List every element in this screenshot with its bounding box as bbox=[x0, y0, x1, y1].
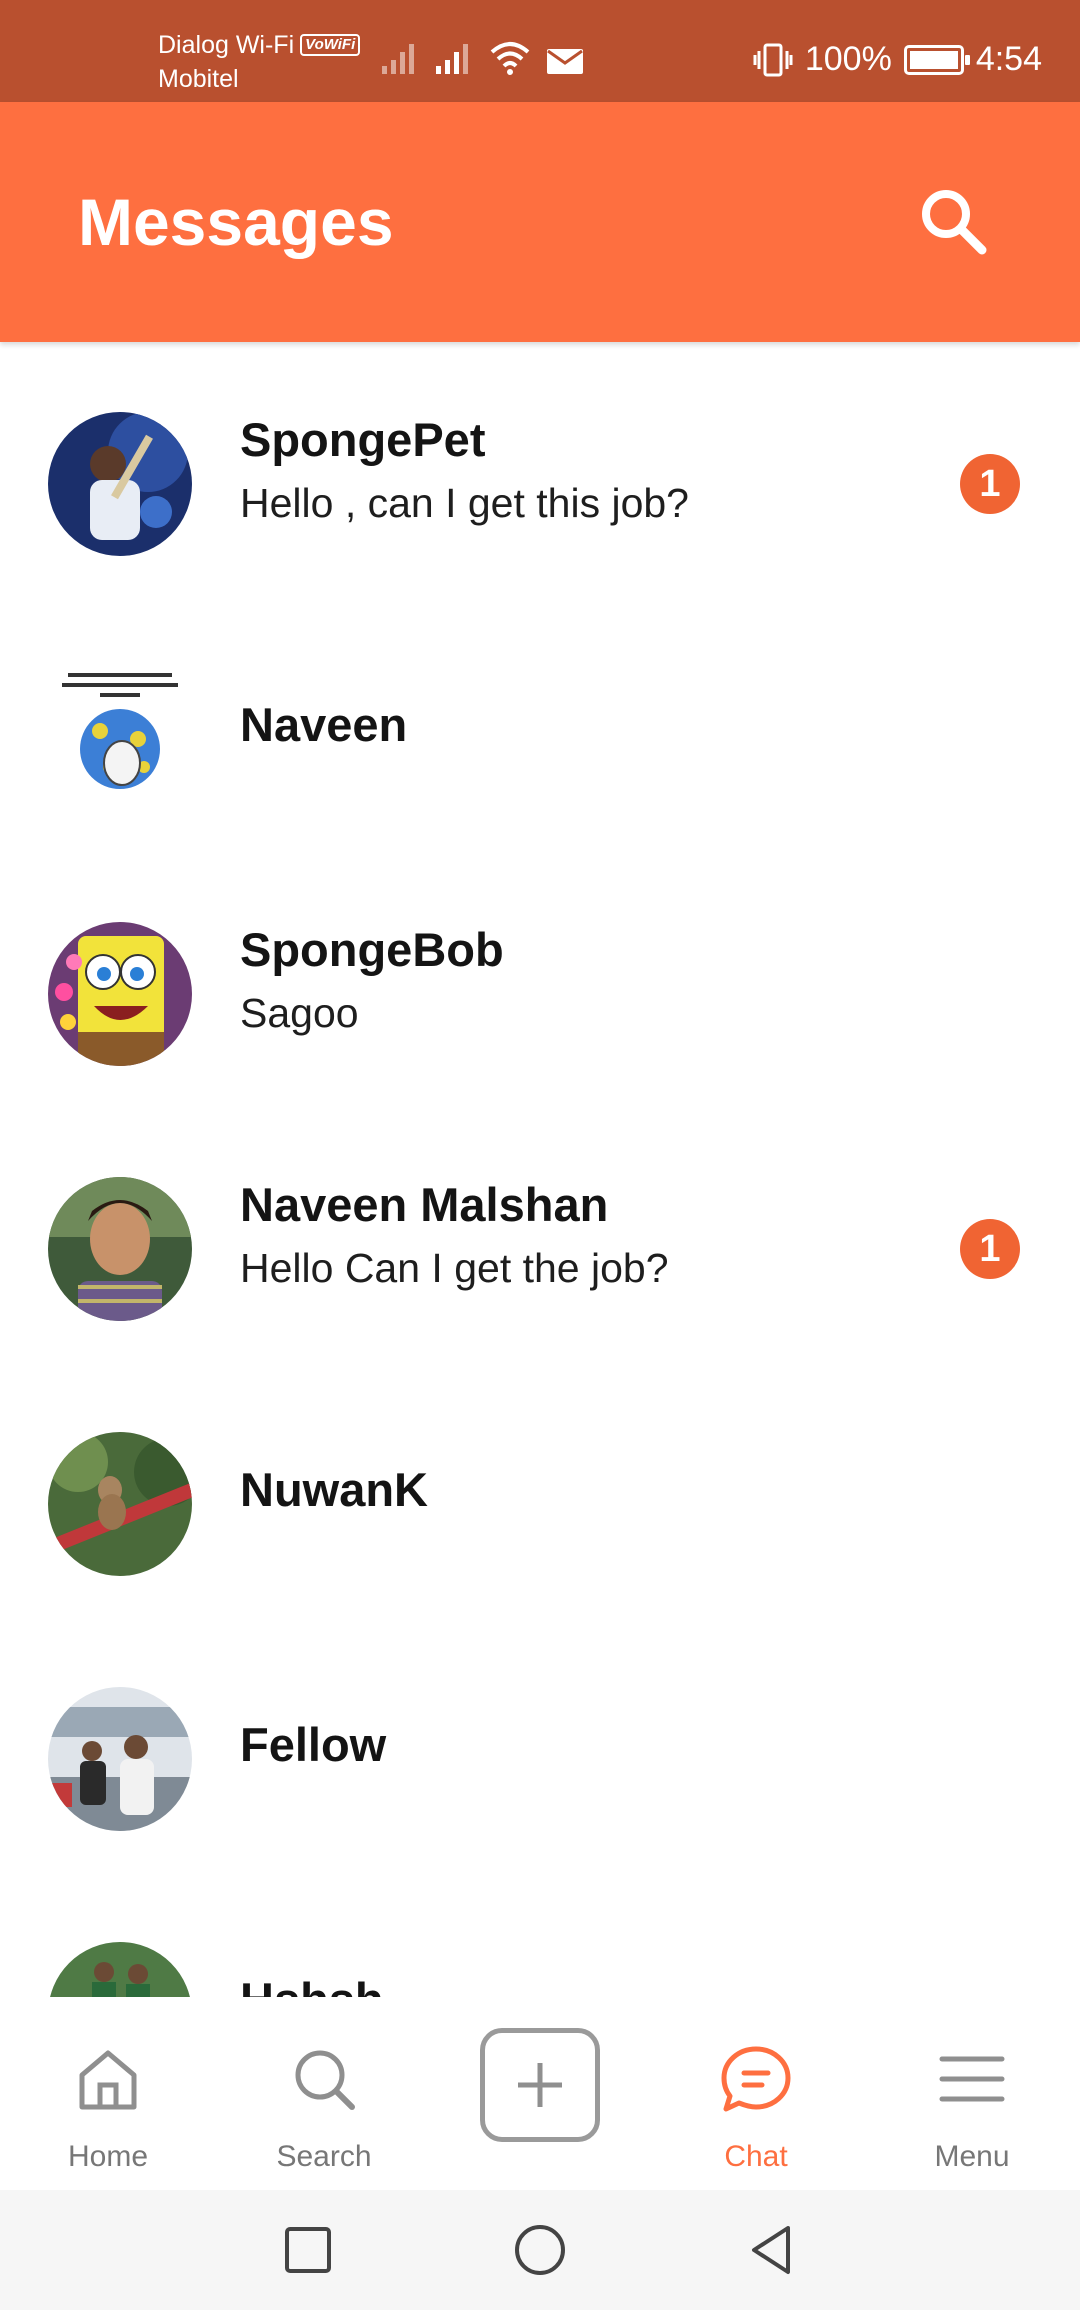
battery-icon bbox=[903, 44, 970, 75]
conversation-name: Hshsh bbox=[240, 1972, 384, 1997]
conversation-name: SpongePet bbox=[240, 413, 486, 466]
search-icon bbox=[922, 190, 987, 255]
conversation-item[interactable]: Fellow bbox=[0, 1617, 1080, 1872]
carrier-info: Dialog Wi-Fi VoWiFi Mobitel bbox=[158, 28, 361, 96]
signal-strength-icon-2 bbox=[436, 44, 468, 74]
avatar bbox=[48, 1942, 192, 1997]
plus-icon bbox=[518, 2063, 562, 2107]
back-triangle-icon bbox=[752, 2226, 790, 2274]
conversation-item[interactable]: NuwanK bbox=[0, 1362, 1080, 1617]
wifi-icon bbox=[490, 42, 530, 75]
nav-chat-label: Chat bbox=[724, 2140, 788, 2173]
page-title: Messages bbox=[78, 185, 394, 259]
status-icons-left bbox=[380, 40, 584, 76]
conversation-item[interactable]: Naveen bbox=[0, 597, 1080, 852]
chat-icon bbox=[721, 2046, 791, 2112]
home-button[interactable] bbox=[510, 2220, 570, 2280]
avatar bbox=[48, 1177, 192, 1321]
back-button[interactable] bbox=[742, 2220, 802, 2280]
nav-home[interactable]: Home bbox=[0, 1997, 216, 2190]
unread-count-badge: 1 bbox=[960, 454, 1020, 514]
nav-menu[interactable]: Menu bbox=[864, 1997, 1080, 2190]
avatar bbox=[48, 667, 192, 811]
nav-chat[interactable]: Chat bbox=[648, 1997, 864, 2190]
search-button[interactable] bbox=[916, 184, 992, 260]
avatar bbox=[48, 412, 192, 556]
vowifi-badge: VoWiFi bbox=[300, 34, 361, 56]
conversation-item[interactable]: Hshsh bbox=[0, 1872, 1080, 1997]
conversation-name: NuwanK bbox=[240, 1463, 428, 1516]
conversation-name: Fellow bbox=[240, 1718, 387, 1771]
conversation-name: Naveen bbox=[240, 698, 408, 751]
conversation-list[interactable]: SpongePet Hello , can I get this job? 1 … bbox=[0, 342, 1080, 1997]
carrier-name-primary: Dialog Wi-Fi bbox=[158, 31, 295, 59]
nav-menu-label: Menu bbox=[934, 2140, 1010, 2173]
conversation-name: Naveen Malshan bbox=[240, 1178, 609, 1231]
nav-home-label: Home bbox=[67, 2140, 149, 2173]
conversation-item[interactable]: SpongePet Hello , can I get this job? 1 bbox=[0, 342, 1080, 597]
app-bar: Messages bbox=[0, 102, 1080, 342]
conversation-last-message: Hello Can I get the job? bbox=[240, 1245, 669, 1291]
unread-count-badge: 1 bbox=[960, 1219, 1020, 1279]
recent-apps-button[interactable] bbox=[278, 2220, 338, 2280]
search-icon bbox=[295, 2050, 355, 2110]
system-navigation-bar bbox=[0, 2190, 1080, 2310]
nav-search[interactable]: Search bbox=[216, 1997, 432, 2190]
clock: 4:54 bbox=[975, 40, 1042, 78]
avatar bbox=[48, 1687, 192, 1831]
square-icon bbox=[285, 2227, 331, 2273]
conversation-item[interactable]: Naveen Malshan Hello Can I get the job? … bbox=[0, 1107, 1080, 1362]
conversation-last-message: Sagoo bbox=[240, 990, 359, 1036]
conversation-item[interactable]: SpongeBob Sagoo bbox=[0, 852, 1080, 1107]
add-post-button[interactable] bbox=[480, 2028, 600, 2142]
mail-icon bbox=[547, 49, 583, 74]
status-bar: Dialog Wi-Fi VoWiFi Mobitel 100% 4:54 bbox=[0, 0, 1080, 102]
conversation-last-message: Hello , can I get this job? bbox=[240, 480, 689, 526]
carrier-name-secondary: Mobitel bbox=[158, 65, 239, 93]
bottom-navigation: Home Search Chat Menu bbox=[0, 1997, 1080, 2190]
avatar bbox=[48, 922, 192, 1066]
menu-icon bbox=[939, 2056, 1005, 2102]
battery-percent: 100% bbox=[804, 40, 892, 78]
circle-icon bbox=[515, 2225, 565, 2275]
home-icon bbox=[79, 2050, 137, 2110]
signal-strength-icon bbox=[382, 44, 414, 74]
avatar bbox=[48, 1432, 192, 1576]
status-icons-right: 100% 4:54 bbox=[753, 40, 1042, 79]
conversation-name: SpongeBob bbox=[240, 923, 504, 976]
vibrate-icon bbox=[753, 43, 793, 76]
nav-search-label: Search bbox=[276, 2140, 372, 2173]
